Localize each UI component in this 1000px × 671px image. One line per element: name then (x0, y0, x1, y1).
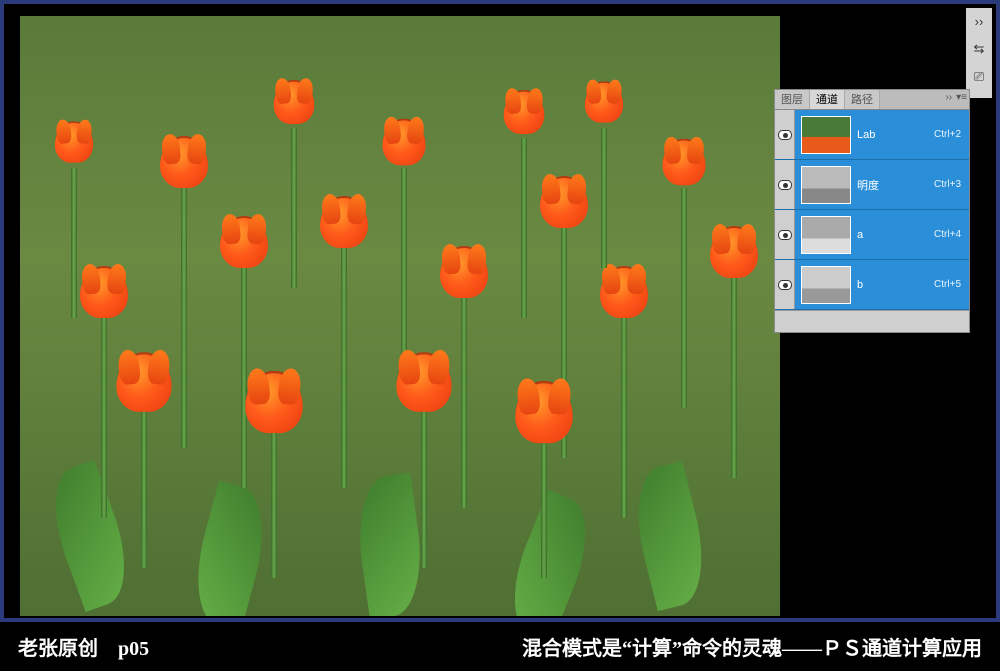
caption-bar: 老张原创 p05 混合模式是“计算”命令的灵魂——ＰＳ通道计算应用 (0, 622, 1000, 671)
toolbar-tool-b[interactable]: ⎚ (968, 66, 990, 88)
channel-shortcut: Ctrl+5 (934, 279, 969, 290)
channel-name: b (857, 279, 934, 291)
eye-icon (778, 130, 792, 140)
channel-row[interactable]: bCtrl+5 (775, 260, 969, 310)
channel-shortcut: Ctrl+2 (934, 129, 969, 140)
toolbar-tool-a[interactable]: ⇆ (968, 38, 990, 60)
caption-author: 老张原创 (18, 638, 98, 660)
eye-icon (778, 180, 792, 190)
channel-row[interactable]: LabCtrl+2 (775, 110, 969, 160)
caption-page: p05 (118, 638, 149, 660)
tab-channels[interactable]: 通道 (810, 90, 845, 109)
tulip-decoration (380, 116, 428, 368)
collapsed-toolbar: ›› ⇆ ⎚ (966, 8, 992, 98)
channel-shortcut: Ctrl+4 (934, 229, 969, 240)
visibility-toggle[interactable] (775, 160, 795, 209)
channel-list: LabCtrl+2明度Ctrl+3aCtrl+4bCtrl+5 (775, 110, 969, 310)
channel-name: 明度 (857, 177, 934, 193)
tulip-decoration (600, 266, 648, 518)
tulip-decoration (580, 76, 628, 268)
tulip-decoration (120, 356, 168, 568)
eye-icon (778, 230, 792, 240)
panel-footer (775, 310, 969, 332)
panel-options-icon[interactable]: ▾≡ (956, 92, 967, 103)
tab-layers[interactable]: 图层 (775, 90, 810, 109)
toolbar-collapse-icon[interactable]: ›› (968, 10, 990, 32)
tulip-decoration (50, 116, 98, 318)
tab-paths[interactable]: 路径 (845, 90, 880, 109)
tulip-decoration (660, 136, 708, 408)
channel-row[interactable]: 明度Ctrl+3 (775, 160, 969, 210)
caption-right: 混合模式是“计算”命令的灵魂——ＰＳ通道计算应用 (522, 632, 982, 661)
app-frame: ›› ⇆ ⎚ 图层 通道 路径 ›› ▾≡ LabCtrl+2明度Ctrl+3a… (0, 0, 1000, 622)
channel-name: Lab (857, 129, 934, 141)
caption-left: 老张原创 p05 (18, 632, 149, 661)
eye-icon (778, 280, 792, 290)
tulip-decoration (520, 386, 568, 578)
tulip-decoration (270, 76, 318, 288)
visibility-toggle[interactable] (775, 210, 795, 259)
tulip-decoration (400, 356, 448, 568)
panel-collapse-icon[interactable]: ›› (945, 92, 952, 103)
channel-thumbnail (801, 266, 851, 304)
tulip-decoration (710, 226, 758, 478)
tulip-decoration (320, 196, 368, 488)
channel-shortcut: Ctrl+3 (934, 179, 969, 190)
channel-name: a (857, 229, 934, 241)
channel-thumbnail (801, 216, 851, 254)
tulip-decoration (250, 376, 298, 578)
channel-thumbnail (801, 116, 851, 154)
image-canvas[interactable] (20, 16, 780, 616)
channel-thumbnail (801, 166, 851, 204)
channels-panel: 图层 通道 路径 ›› ▾≡ LabCtrl+2明度Ctrl+3aCtrl+4b… (774, 89, 970, 333)
panel-tabs: 图层 通道 路径 ›› ▾≡ (775, 90, 969, 110)
visibility-toggle[interactable] (775, 110, 795, 159)
channel-row[interactable]: aCtrl+4 (775, 210, 969, 260)
visibility-toggle[interactable] (775, 260, 795, 309)
